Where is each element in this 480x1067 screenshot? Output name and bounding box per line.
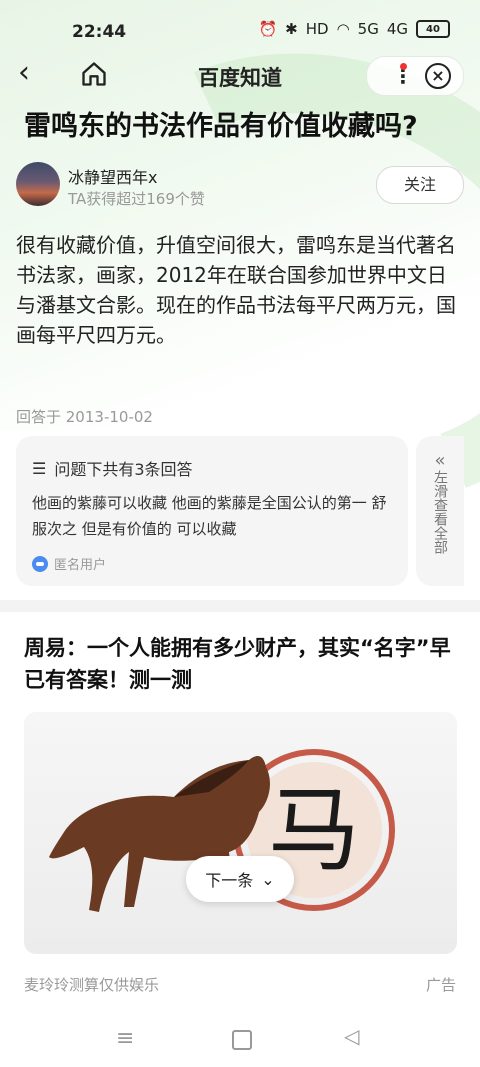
other-answers-count: 问题下共有3条回答 xyxy=(54,460,193,479)
ad-tag[interactable]: 广告 xyxy=(426,974,456,995)
battery-icon: 40 xyxy=(416,20,450,38)
ad-source: 麦玲玲测算仅供娱乐 xyxy=(24,976,160,994)
status-icons: ⏰ ✱ HD ◠ 5G 4G 40 xyxy=(258,20,450,38)
bluetooth-icon: ✱ xyxy=(285,20,298,38)
system-nav-bar: ≡ ◁ xyxy=(0,1018,480,1058)
horse-illustration: 马 xyxy=(49,749,395,912)
other-answers-card[interactable]: ☰ 问题下共有3条回答 他画的紫藤可以收藏 他画的紫藤是全国公认的第一 舒服次之… xyxy=(16,436,408,586)
ad-title[interactable]: 周易：一个人能拥有多少财产，其实“名字”早已有答案！测一测 xyxy=(24,632,454,696)
author-row: 冰静望西年x TA获得超过169个赞 关注 xyxy=(16,160,464,212)
other-answer-user: 匿名用户 xyxy=(32,554,106,573)
ad-image[interactable]: 马 下一条 ⌄ xyxy=(24,712,457,954)
swipe-view-all-label: 左滑查看全部 xyxy=(432,470,448,554)
home-square-icon[interactable] xyxy=(232,1030,252,1050)
author-name[interactable]: 冰静望西年x xyxy=(68,164,157,188)
wifi-icon: ◠ xyxy=(336,20,350,38)
alarm-icon: ⏰ xyxy=(258,20,278,38)
status-time: 22:44 xyxy=(72,22,127,42)
notification-dot xyxy=(400,63,407,70)
4g-signal-icon: 4G xyxy=(386,20,408,38)
double-chevron-down-icon: ⌄ xyxy=(261,869,275,889)
capsule-menu: ⋮ × xyxy=(366,56,464,96)
avatar[interactable] xyxy=(16,162,60,206)
section-divider xyxy=(0,600,480,612)
follow-button[interactable]: 关注 xyxy=(376,166,464,204)
swipe-view-all[interactable]: « 左滑查看全部 xyxy=(416,436,464,586)
anonymous-user-icon xyxy=(32,555,48,572)
double-chevron-left-icon: « xyxy=(434,450,446,471)
close-icon[interactable]: × xyxy=(425,63,451,89)
hd-icon: HD xyxy=(305,20,329,38)
5g-signal-icon: 5G xyxy=(357,20,379,38)
author-likes: TA获得超过169个赞 xyxy=(68,190,205,208)
next-item-label: 下一条 xyxy=(205,871,254,890)
list-icon: ☰ xyxy=(32,458,47,478)
answer-text: 很有收藏价值，升值空间很大，雷鸣东是当代著名书法家，画家，2012年在联合国参加… xyxy=(16,233,456,347)
other-answers-header: ☰ 问题下共有3条回答 xyxy=(32,456,193,480)
next-item-button[interactable]: 下一条 ⌄ xyxy=(186,856,294,902)
answer-date: 回答于 2013-10-02 xyxy=(16,408,153,426)
question-title: 雷鸣东的书法作品有价值收藏吗? xyxy=(24,111,418,142)
other-answer-preview: 他画的紫藤可以收藏 他画的紫藤是全国公认的第一 舒服次之 但是有价值的 可以收藏 xyxy=(32,494,387,538)
top-nav: ‹ 百度知道 ⋮ × xyxy=(0,52,480,98)
recents-icon[interactable]: ≡ xyxy=(116,1026,134,1051)
back-triangle-icon[interactable]: ◁ xyxy=(344,1024,359,1048)
anonymous-user-label: 匿名用户 xyxy=(54,558,107,573)
